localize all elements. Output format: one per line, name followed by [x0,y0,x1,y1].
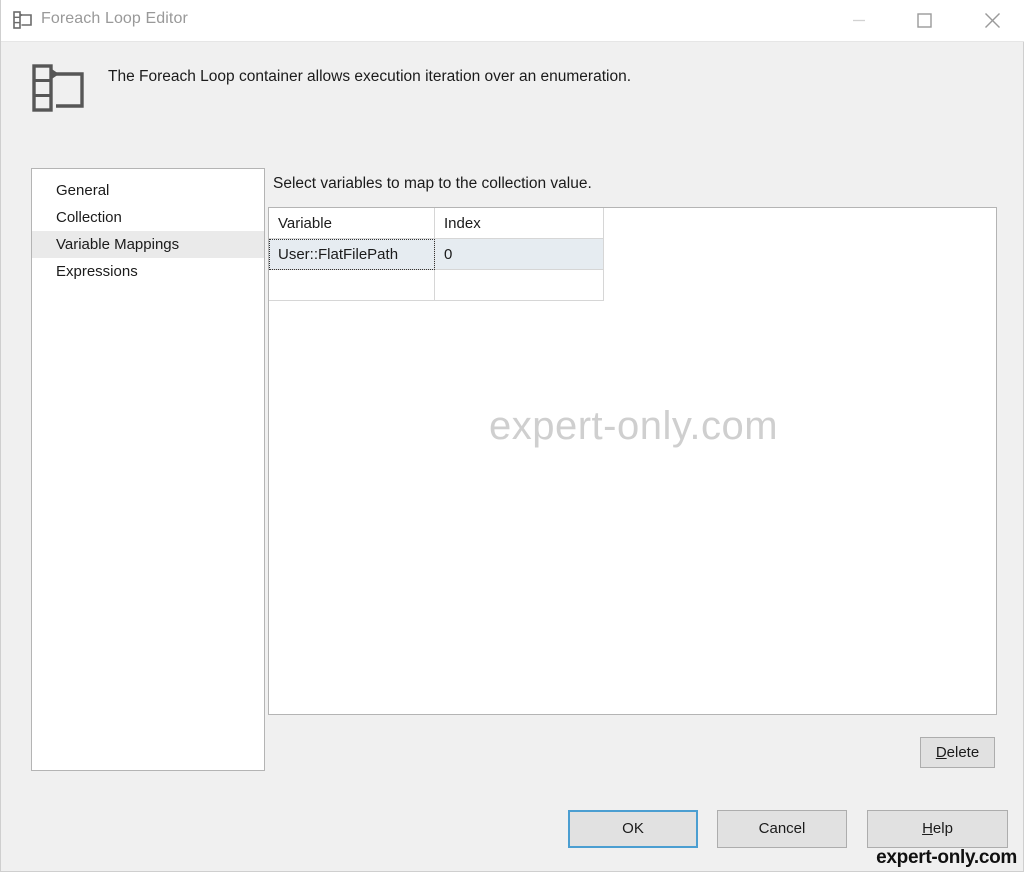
column-header-index[interactable]: Index [435,208,604,239]
minimize-button[interactable] [836,0,882,40]
title-bar: Foreach Loop Editor [1,0,1024,42]
pane-instruction: Select variables to map to the collectio… [273,175,592,192]
cell-index[interactable]: 0 [435,239,604,270]
table-row[interactable]: User::FlatFilePath 0 [269,239,604,270]
sidebar-item-expressions[interactable]: Expressions [32,258,264,285]
watermark-center: expert-only.com [488,404,779,448]
maximize-button[interactable] [901,0,947,40]
close-button[interactable] [969,0,1015,40]
sidebar-item-variable-mappings[interactable]: Variable Mappings [32,231,264,258]
foreach-loop-editor-dialog: Foreach Loop Editor The Foreach Loop con… [0,0,1024,872]
cell-variable[interactable]: User::FlatFilePath [269,239,435,270]
variable-mappings-grid[interactable]: Variable Index User::FlatFilePath 0 [269,208,604,301]
ok-button[interactable]: OK [568,810,698,848]
sidebar-item-label: Expressions [56,263,138,280]
grid-header-row: Variable Index [269,208,604,239]
close-icon [984,12,1000,28]
delete-button[interactable]: Delete [920,737,995,768]
table-row-empty[interactable] [269,270,604,301]
sidebar-item-general[interactable]: General [32,177,264,204]
watermark-corner: expert-only.com [876,847,1017,868]
sidebar-item-label: Variable Mappings [56,236,180,253]
cell-variable[interactable] [269,270,435,301]
column-header-variable[interactable]: Variable [269,208,435,239]
page-list[interactable]: General Collection Variable Mappings Exp… [31,168,265,771]
sidebar-item-collection[interactable]: Collection [32,204,264,231]
foreach-loop-icon [31,62,86,114]
dialog-description: The Foreach Loop container allows execut… [108,68,632,85]
minimize-icon [853,19,865,22]
cell-index[interactable] [435,270,604,301]
sidebar-item-label: General [56,182,110,199]
cancel-button[interactable]: Cancel [717,810,847,848]
sidebar-item-label: Collection [56,209,122,226]
maximize-icon [916,12,932,28]
help-button[interactable]: Help [867,810,1008,848]
window-title: Foreach Loop Editor [41,10,188,27]
foreach-loop-icon [13,11,33,29]
variable-mappings-panel: Variable Index User::FlatFilePath 0 expe… [268,207,997,715]
